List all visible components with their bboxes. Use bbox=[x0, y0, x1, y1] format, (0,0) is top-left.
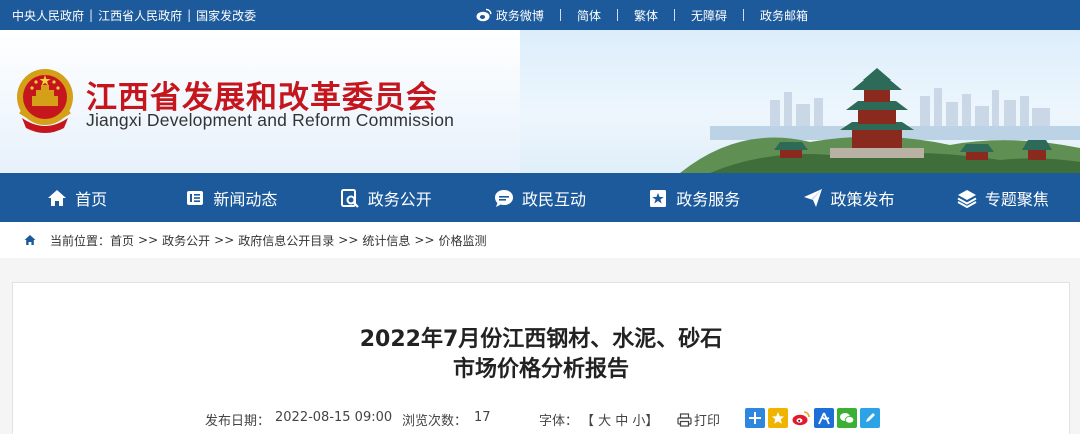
share-buttons bbox=[745, 408, 883, 428]
home-icon bbox=[24, 235, 36, 245]
breadcrumb-gov-affairs[interactable]: 政务公开 bbox=[162, 232, 210, 249]
weibo-label: 政务微博 bbox=[495, 8, 544, 23]
article-card: 2022年7月份江西钢材、水泥、砂石 市场价格分析报告 发布日期： 2022-0… bbox=[12, 282, 1070, 434]
breadcrumb-statistics[interactable]: 统计信息 bbox=[362, 232, 410, 249]
views-count: 17 bbox=[474, 410, 491, 425]
star-document-icon bbox=[650, 189, 667, 207]
share-weibo-icon[interactable] bbox=[791, 408, 811, 428]
nav-services[interactable]: 政务服务 bbox=[617, 173, 771, 222]
publish-date-label: 发布日期： bbox=[205, 414, 271, 429]
printer-icon bbox=[677, 412, 692, 427]
share-wechat-icon[interactable] bbox=[837, 408, 857, 428]
national-emblem-logo[interactable] bbox=[14, 66, 76, 136]
top-utility-bar: 中央人民政府 | 江西省人民政府 | 国家发改委 政务微博 简体 繁体 无障碍 … bbox=[0, 0, 1080, 30]
breadcrumb-separator: >> bbox=[338, 233, 359, 247]
nav-news[interactable]: 新闻动态 bbox=[154, 173, 308, 222]
utility-links: 政务微博 简体 繁体 无障碍 政务邮箱 bbox=[460, 0, 1080, 30]
share-copy-link-icon[interactable] bbox=[860, 408, 880, 428]
font-size-options[interactable]: 【 大 中 小】 bbox=[581, 410, 658, 429]
accessibility-link[interactable]: 无障碍 bbox=[675, 7, 743, 24]
site-title-en: Jiangxi Development and Reform Commissio… bbox=[86, 110, 455, 130]
main-nav: 首页 新闻动态 政务公开 政民互动 政务服务 政策发布 专题聚焦 bbox=[0, 173, 1080, 222]
divider bbox=[616, 9, 618, 21]
search-document-icon bbox=[340, 188, 359, 208]
nav-policy[interactable]: 政策发布 bbox=[771, 173, 925, 222]
gov-mail-link[interactable]: 政务邮箱 bbox=[744, 7, 1080, 24]
divider: | bbox=[187, 8, 192, 22]
breadcrumb-separator: >> bbox=[214, 233, 235, 247]
breadcrumb-home[interactable]: 首页 bbox=[110, 232, 134, 249]
print-button[interactable]: 打印 bbox=[677, 410, 720, 429]
simplified-link[interactable]: 简体 bbox=[561, 7, 617, 24]
layers-icon bbox=[957, 189, 977, 208]
divider bbox=[673, 9, 675, 21]
nav-topics-label: 专题聚焦 bbox=[984, 189, 1049, 209]
link-ndrc[interactable]: 国家发改委 bbox=[196, 7, 256, 24]
gov-links: 中央人民政府 | 江西省人民政府 | 国家发改委 bbox=[12, 0, 256, 30]
breadcrumb-info-directory[interactable]: 政府信息公开目录 bbox=[238, 232, 334, 249]
print-label: 打印 bbox=[694, 414, 721, 429]
article-title-line2: 市场价格分析报告 bbox=[452, 357, 629, 382]
gov-mail-label: 政务邮箱 bbox=[759, 8, 808, 23]
nav-interaction[interactable]: 政民互动 bbox=[463, 173, 617, 222]
divider bbox=[559, 9, 561, 21]
nav-gov-affairs[interactable]: 政务公开 bbox=[309, 173, 463, 222]
nav-policy-label: 政策发布 bbox=[830, 189, 895, 209]
share-renren-icon[interactable] bbox=[814, 408, 834, 428]
share-qzone-icon[interactable] bbox=[768, 408, 788, 428]
weibo-link[interactable]: 政务微博 bbox=[460, 7, 560, 24]
breadcrumb-label: 当前位置： bbox=[50, 233, 111, 248]
simplified-label: 简体 bbox=[576, 8, 601, 23]
breadcrumb-separator: >> bbox=[414, 233, 435, 247]
divider bbox=[742, 9, 744, 21]
accessibility-label: 无障碍 bbox=[690, 8, 727, 23]
divider: | bbox=[89, 8, 94, 22]
weibo-icon bbox=[476, 8, 492, 22]
font-size-label: 字体： bbox=[539, 414, 579, 429]
nav-topics[interactable]: 专题聚焦 bbox=[926, 173, 1080, 222]
breadcrumb: 当前位置： 首页 >> 政务公开 >> 政府信息公开目录 >> 统计信息 >> … bbox=[0, 222, 1080, 258]
link-jiangxi-gov[interactable]: 江西省人民政府 bbox=[98, 7, 182, 24]
nav-news-label: 新闻动态 bbox=[213, 189, 278, 209]
home-icon bbox=[48, 189, 67, 206]
share-more-icon[interactable] bbox=[745, 408, 765, 428]
nav-services-label: 政务服务 bbox=[676, 189, 741, 209]
link-central-gov[interactable]: 中央人民政府 bbox=[12, 7, 84, 24]
traditional-label: 繁体 bbox=[633, 8, 658, 23]
traditional-link[interactable]: 繁体 bbox=[618, 7, 674, 24]
nav-home[interactable]: 首页 bbox=[0, 173, 154, 222]
site-banner: 江西省发展和改革委员会 Jiangxi Development and Refo… bbox=[0, 30, 1080, 173]
nav-interaction-label: 政民互动 bbox=[521, 189, 586, 209]
news-icon bbox=[187, 190, 204, 205]
publish-date-value: 2022-08-15 09:00 bbox=[275, 410, 393, 425]
breadcrumb-price-monitoring[interactable]: 价格监测 bbox=[439, 232, 487, 249]
article-meta: 发布日期： 2022-08-15 09:00 浏览次数： 17 字体： 【 大 … bbox=[13, 408, 1069, 430]
views-label: 浏览次数： bbox=[402, 414, 468, 429]
article-title-line1: 2022年7月份江西钢材、水泥、砂石 bbox=[359, 327, 723, 352]
chat-bubble-icon bbox=[494, 189, 513, 207]
nav-home-label: 首页 bbox=[75, 189, 108, 209]
nav-gov-affairs-label: 政务公开 bbox=[367, 189, 432, 209]
send-icon bbox=[803, 188, 822, 207]
breadcrumb-separator: >> bbox=[138, 233, 159, 247]
pavilion-cityscape-image bbox=[680, 68, 1080, 173]
